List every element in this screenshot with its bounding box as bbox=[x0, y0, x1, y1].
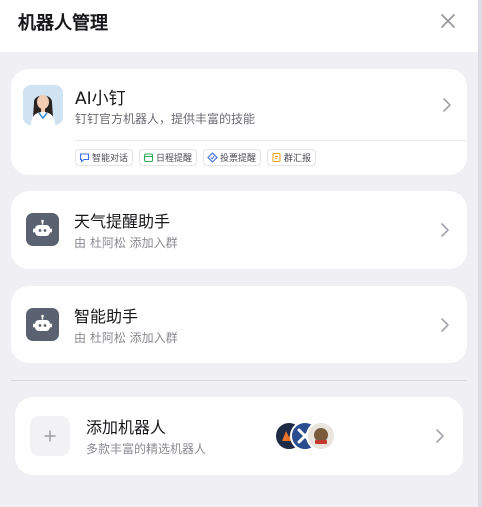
chevron-right-icon bbox=[441, 318, 449, 332]
plus-icon bbox=[44, 430, 56, 442]
scroll-edge bbox=[478, 0, 482, 507]
robot-avatar bbox=[26, 308, 59, 341]
robot-icon bbox=[33, 219, 52, 236]
robot-avatar-stack bbox=[274, 421, 336, 451]
chevron-right-icon bbox=[441, 223, 449, 237]
robot-icon bbox=[33, 314, 52, 331]
robot-item-smart-assistant[interactable]: 智能助手 由 杜阿松 添加入群 bbox=[11, 286, 467, 363]
vote-icon bbox=[207, 152, 218, 163]
robot-preview-avatar bbox=[306, 421, 336, 451]
chevron-right-icon bbox=[436, 429, 444, 443]
dialog-header: 机器人管理 bbox=[0, 0, 478, 52]
ai-xiaoding-card[interactable]: AI小钉 钉钉官方机器人，提供丰富的技能 智能对话 日程提醒 投票提醒 群汇报 bbox=[11, 69, 467, 175]
skill-chips: 智能对话 日程提醒 投票提醒 群汇报 bbox=[75, 149, 317, 166]
skill-chip-calendar[interactable]: 日程提醒 bbox=[139, 149, 198, 166]
skill-chip-label: 日程提醒 bbox=[156, 154, 193, 164]
add-robot-subtitle: 多款丰富的精选机器人 bbox=[86, 442, 207, 456]
section-divider bbox=[11, 380, 467, 381]
robot-added-by: 由 杜阿松 添加入群 bbox=[74, 236, 178, 250]
add-robot-button[interactable]: 添加机器人 多款丰富的精选机器人 bbox=[15, 397, 463, 475]
add-robot-tile bbox=[30, 416, 70, 456]
report-icon bbox=[272, 152, 281, 163]
ai-xiaoding-description: 钉钉官方机器人，提供丰富的技能 bbox=[75, 112, 256, 126]
calendar-icon bbox=[143, 153, 154, 163]
robot-avatar bbox=[26, 213, 59, 246]
add-robot-title: 添加机器人 bbox=[86, 418, 167, 437]
skill-chip-label: 投票提醒 bbox=[220, 154, 257, 164]
robot-item-weather[interactable]: 天气提醒助手 由 杜阿松 添加入群 bbox=[11, 191, 467, 269]
dialog-title: 机器人管理 bbox=[18, 13, 108, 34]
skill-chip-vote[interactable]: 投票提醒 bbox=[203, 149, 262, 166]
divider bbox=[75, 140, 467, 141]
skill-chip-report[interactable]: 群汇报 bbox=[267, 149, 317, 166]
robot-name: 智能助手 bbox=[74, 307, 139, 326]
skill-chip-label: 群汇报 bbox=[284, 154, 312, 164]
robot-added-by: 由 杜阿松 添加入群 bbox=[74, 331, 178, 345]
robot-name: 天气提醒助手 bbox=[74, 212, 171, 231]
ai-xiaoding-name: AI小钉 bbox=[75, 89, 126, 109]
chevron-right-icon bbox=[443, 98, 451, 112]
skill-chip-label: 智能对话 bbox=[92, 154, 129, 164]
skill-chip-chat[interactable]: 智能对话 bbox=[75, 149, 134, 166]
close-icon[interactable] bbox=[438, 11, 458, 31]
chat-icon bbox=[79, 153, 90, 163]
ai-xiaoding-avatar bbox=[23, 85, 63, 125]
